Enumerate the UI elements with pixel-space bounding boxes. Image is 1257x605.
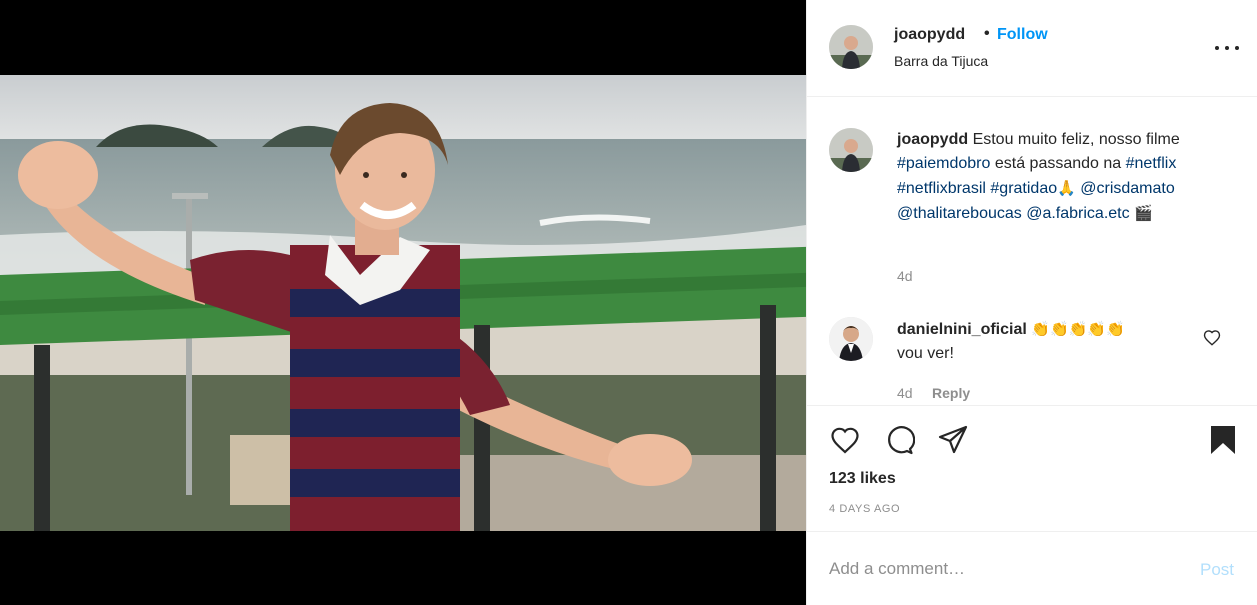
- author-avatar[interactable]: [829, 25, 873, 69]
- caption-timestamp[interactable]: 4d: [897, 268, 913, 284]
- mention-link[interactable]: @a.fabrica.etc: [1026, 205, 1129, 222]
- hashtag-link[interactable]: #netflix: [1126, 155, 1177, 172]
- follow-button[interactable]: Follow: [997, 26, 1048, 44]
- heart-icon[interactable]: [829, 424, 861, 456]
- post-comment-button[interactable]: Post: [1200, 560, 1234, 580]
- commenter-avatar[interactable]: [829, 317, 873, 361]
- comment-timestamp[interactable]: 4d: [897, 385, 913, 401]
- caption: joaopydd Estou muito feliz, nosso filme …: [897, 128, 1237, 226]
- post-photo[interactable]: [0, 75, 806, 531]
- commenter-username[interactable]: danielnini_oficial: [897, 321, 1027, 338]
- caption-text: Estou muito feliz, nosso filme: [972, 131, 1180, 148]
- comments-section: joaopydd Estou muito feliz, nosso filme …: [807, 98, 1257, 406]
- likes-count[interactable]: 123 likes: [829, 470, 896, 488]
- hashtag-link[interactable]: #netflixbrasil: [897, 180, 986, 197]
- pray-emoji: 🙏: [1057, 179, 1076, 197]
- clap-emojis: 👏👏👏👏👏: [1031, 320, 1125, 338]
- comment-input[interactable]: [829, 556, 1179, 582]
- comment: danielnini_oficial 👏👏👏👏👏 vou ver!: [897, 317, 1197, 366]
- reply-button[interactable]: Reply: [932, 385, 970, 401]
- comment-icon[interactable]: [883, 424, 915, 456]
- author-username[interactable]: joaopydd: [894, 26, 965, 44]
- location-link[interactable]: Barra da Tijuca: [894, 53, 988, 69]
- comment-text: vou ver!: [897, 345, 954, 362]
- post-header: joaopydd • Follow Barra da Tijuca: [807, 0, 1257, 97]
- comment-like-icon[interactable]: [1203, 329, 1221, 347]
- hashtag-link[interactable]: #gratidao: [990, 180, 1057, 197]
- caption-avatar[interactable]: [829, 128, 873, 172]
- caption-text: está passando na: [990, 155, 1126, 172]
- post-actions: 123 likes 4 DAYS AGO: [807, 406, 1257, 532]
- bookmark-icon[interactable]: [1207, 424, 1239, 456]
- caption-username[interactable]: joaopydd: [897, 131, 968, 148]
- hashtag-link[interactable]: #paiemdobro: [897, 155, 990, 172]
- post-date[interactable]: 4 DAYS AGO: [829, 503, 900, 515]
- post-media: [0, 0, 806, 605]
- more-options-icon[interactable]: [1215, 40, 1239, 56]
- mention-link[interactable]: @crisdamato: [1080, 180, 1175, 197]
- add-comment-bar: Post: [807, 532, 1257, 605]
- mention-link[interactable]: @thalitareboucas: [897, 205, 1022, 222]
- share-icon[interactable]: [937, 424, 969, 456]
- post-panel: joaopydd • Follow Barra da Tijuca joaopy…: [806, 0, 1257, 605]
- clapper-emoji: 🎬: [1134, 204, 1153, 222]
- header-separator: •: [984, 25, 990, 42]
